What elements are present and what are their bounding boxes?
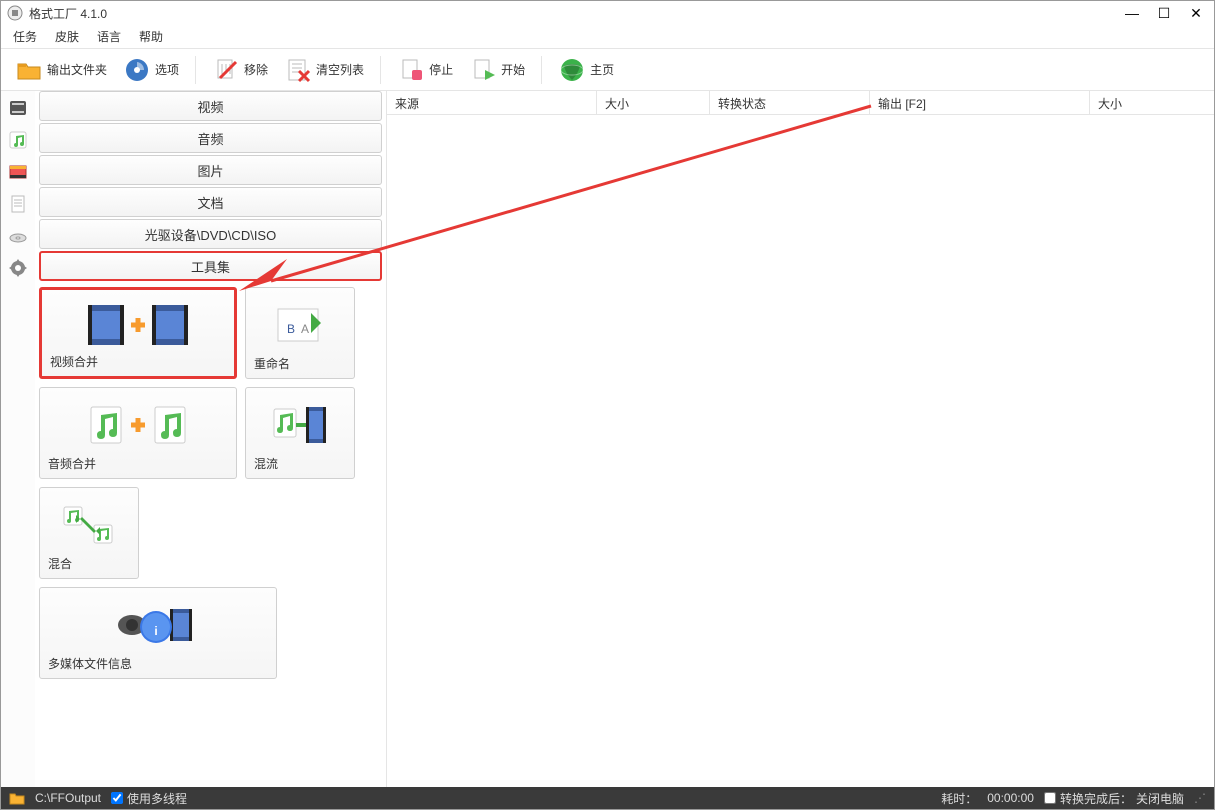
tool-mux-label: 混流 xyxy=(254,455,346,472)
clear-list-button[interactable]: 清空列表 xyxy=(280,54,368,86)
multithread-label: 使用多线程 xyxy=(127,790,187,807)
stop-button[interactable]: 停止 xyxy=(393,54,457,86)
remove-icon xyxy=(212,56,240,84)
options-icon xyxy=(123,56,151,84)
tool-audio-merge[interactable]: 音频合并 xyxy=(39,387,237,479)
col-source[interactable]: 来源 xyxy=(387,91,597,114)
toolbar-separator xyxy=(380,56,381,84)
main-area: 视频 音频 图片 文档 光驱设备\DVD\CD\ISO 工具集 视频合并 BA … xyxy=(1,91,1214,787)
globe-icon xyxy=(558,56,586,84)
tool-mix[interactable]: 混合 xyxy=(39,487,139,579)
task-list-empty xyxy=(387,115,1214,787)
category-picture[interactable]: 图片 xyxy=(39,155,382,185)
tool-video-merge[interactable]: 视频合并 xyxy=(39,287,237,379)
tools-grid: 视频合并 BA 重命名 音频合并 混流 xyxy=(35,283,386,683)
after-input[interactable] xyxy=(1044,792,1056,804)
menu-tasks[interactable]: 任务 xyxy=(13,28,37,45)
start-icon xyxy=(469,56,497,84)
stop-icon xyxy=(397,56,425,84)
category-toolset[interactable]: 工具集 xyxy=(39,251,382,281)
output-folder-button[interactable]: 输出文件夹 xyxy=(11,54,111,86)
multithread-input[interactable] xyxy=(111,792,123,804)
audio-merge-icon xyxy=(48,394,228,455)
audio-rail-icon[interactable] xyxy=(7,129,29,151)
clear-label: 清空列表 xyxy=(316,61,364,78)
remove-button[interactable]: 移除 xyxy=(208,54,272,86)
clear-icon xyxy=(284,56,312,84)
elapsed-value: 00:00:00 xyxy=(987,791,1034,805)
picture-rail-icon[interactable] xyxy=(7,161,29,183)
toolbar-separator xyxy=(541,56,542,84)
elapsed-label: 耗时： xyxy=(941,790,977,807)
tool-audio-merge-label: 音频合并 xyxy=(48,455,228,472)
options-label: 选项 xyxy=(155,61,179,78)
mux-icon xyxy=(254,394,346,455)
titlebar: 格式工厂 4.1.0 — ☐ ✕ xyxy=(1,1,1214,25)
col-size[interactable]: 大小 xyxy=(597,91,710,114)
output-path[interactable]: C:\FFOutput xyxy=(35,791,101,805)
tool-media-info-label: 多媒体文件信息 xyxy=(48,655,268,672)
tool-mux[interactable]: 混流 xyxy=(245,387,355,479)
statusbar: C:\FFOutput 使用多线程 耗时： 00:00:00 转换完成后： 关闭… xyxy=(1,787,1214,809)
start-button[interactable]: 开始 xyxy=(465,54,529,86)
video-merge-icon xyxy=(50,296,226,353)
app-icon xyxy=(7,5,23,21)
homepage-button[interactable]: 主页 xyxy=(554,54,618,86)
options-button[interactable]: 选项 xyxy=(119,54,183,86)
tool-rename-label: 重命名 xyxy=(254,355,346,372)
tool-mix-label: 混合 xyxy=(48,555,130,572)
rename-icon: BA xyxy=(254,294,346,355)
toolbar-separator xyxy=(195,56,196,84)
toolset-rail-icon[interactable] xyxy=(7,257,29,279)
side-panel: 视频 音频 图片 文档 光驱设备\DVD\CD\ISO 工具集 视频合并 BA … xyxy=(35,91,387,787)
video-rail-icon[interactable] xyxy=(7,97,29,119)
col-size2[interactable]: 大小 xyxy=(1090,91,1214,114)
resize-grip[interactable]: ⋰ xyxy=(1194,791,1206,805)
col-output[interactable]: 输出 [F2] xyxy=(870,91,1090,114)
category-rom[interactable]: 光驱设备\DVD\CD\ISO xyxy=(39,219,382,249)
svg-text:i: i xyxy=(154,624,157,638)
close-button[interactable]: ✕ xyxy=(1184,6,1208,20)
folder-icon xyxy=(15,56,43,84)
after-label: 转换完成后： xyxy=(1060,790,1132,807)
menu-language[interactable]: 语言 xyxy=(97,28,121,45)
after-value: 关闭电脑 xyxy=(1136,790,1184,807)
homepage-label: 主页 xyxy=(590,61,614,78)
nav-rail xyxy=(1,91,35,787)
category-audio[interactable]: 音频 xyxy=(39,123,382,153)
stop-label: 停止 xyxy=(429,61,453,78)
toolbar: 输出文件夹 选项 移除 清空列表 停止 开始 主页 xyxy=(1,49,1214,91)
folder-icon[interactable] xyxy=(9,791,25,805)
content-area: 来源 大小 转换状态 输出 [F2] 大小 xyxy=(387,91,1214,787)
mix-icon xyxy=(48,494,130,555)
after-checkbox[interactable]: 转换完成后： 关闭电脑 xyxy=(1044,790,1184,807)
svg-text:B: B xyxy=(287,322,295,336)
tool-video-merge-label: 视频合并 xyxy=(50,353,226,370)
remove-label: 移除 xyxy=(244,61,268,78)
maximize-button[interactable]: ☐ xyxy=(1152,6,1176,20)
table-headers: 来源 大小 转换状态 输出 [F2] 大小 xyxy=(387,91,1214,115)
menubar: 任务 皮肤 语言 帮助 xyxy=(1,25,1214,49)
svg-text:A: A xyxy=(301,322,309,336)
col-state[interactable]: 转换状态 xyxy=(710,91,870,114)
minimize-button[interactable]: — xyxy=(1120,6,1144,20)
disc-rail-icon[interactable] xyxy=(7,225,29,247)
category-document[interactable]: 文档 xyxy=(39,187,382,217)
media-info-icon: i xyxy=(48,594,268,655)
category-video[interactable]: 视频 xyxy=(39,91,382,121)
app-title: 格式工厂 4.1.0 xyxy=(29,5,1120,22)
tool-media-info[interactable]: i 多媒体文件信息 xyxy=(39,587,277,679)
window-controls: — ☐ ✕ xyxy=(1120,6,1208,20)
menu-skin[interactable]: 皮肤 xyxy=(55,28,79,45)
document-rail-icon[interactable] xyxy=(7,193,29,215)
tool-rename[interactable]: BA 重命名 xyxy=(245,287,355,379)
multithread-checkbox[interactable]: 使用多线程 xyxy=(111,790,187,807)
output-folder-label: 输出文件夹 xyxy=(47,61,107,78)
menu-help[interactable]: 帮助 xyxy=(139,28,163,45)
start-label: 开始 xyxy=(501,61,525,78)
